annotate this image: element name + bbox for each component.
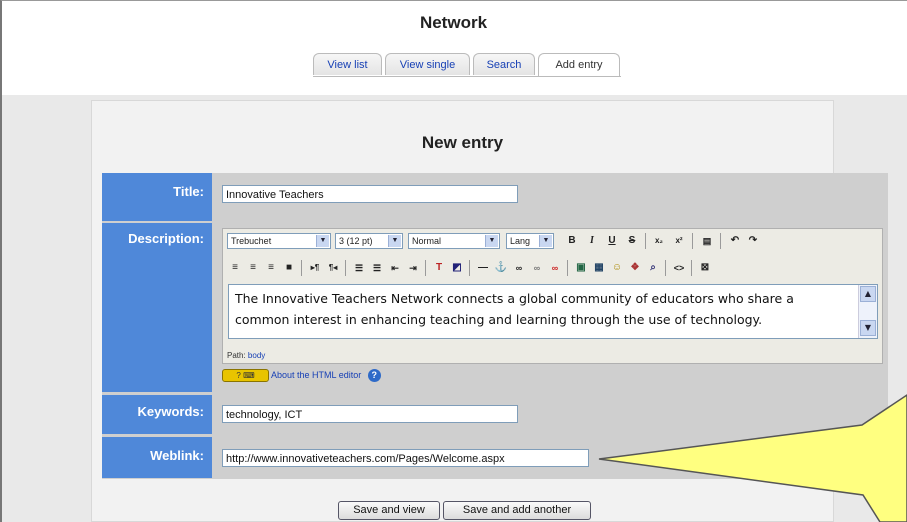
page: Network View list View single Search Add… <box>0 0 907 522</box>
callout-overlay <box>598 394 907 522</box>
callout-shape <box>598 394 907 522</box>
